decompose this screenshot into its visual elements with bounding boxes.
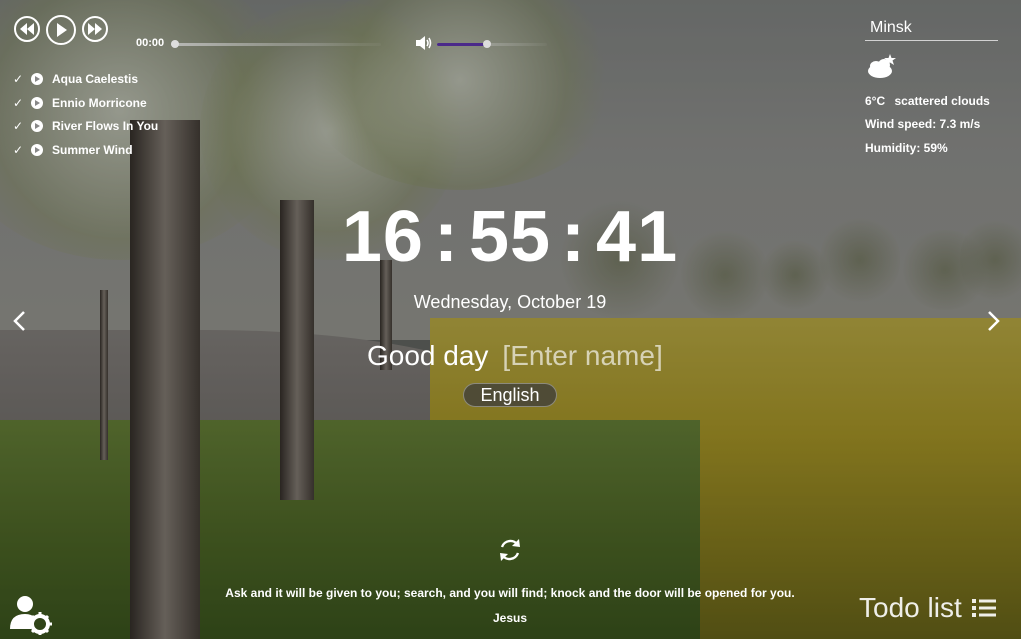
prev-background-button[interactable]	[12, 310, 28, 337]
humidity: Humidity: 59%	[865, 141, 948, 155]
play-icon	[57, 23, 67, 37]
play-dot-icon	[31, 72, 43, 85]
greeting-text: Good day	[367, 340, 489, 371]
temperature: 6°C	[865, 94, 886, 108]
clock-minutes: 55	[468, 197, 552, 277]
chevron-left-icon	[13, 311, 25, 331]
playlist-item[interactable]: ✓ Summer Wind	[13, 138, 158, 162]
play-dot-icon	[31, 120, 43, 133]
refresh-quote-button[interactable]	[496, 536, 524, 569]
cloud-sun-icon	[866, 52, 900, 85]
volume-slider[interactable]	[437, 39, 547, 49]
next-button[interactable]	[82, 16, 108, 42]
playlist-item[interactable]: ✓ Ennio Morricone	[13, 91, 158, 115]
chevron-right-icon	[988, 311, 1000, 331]
progress-slider[interactable]	[171, 39, 381, 49]
next-background-button[interactable]	[985, 310, 1001, 337]
city-input[interactable]	[865, 15, 998, 41]
rewind-icon	[20, 23, 34, 35]
todo-button[interactable]: Todo list	[859, 592, 996, 624]
play-button[interactable]	[46, 15, 76, 45]
date: Wednesday, October 19	[413, 292, 607, 312]
clock: 16:55:41	[341, 197, 679, 277]
check-icon: ✓	[13, 142, 24, 157]
refresh-icon	[500, 539, 520, 561]
playlist: ✓ Aqua Caelestis ✓ Ennio Morricone ✓ Riv…	[13, 67, 158, 162]
weather-description: scattered clouds	[894, 94, 990, 108]
volume-fill	[437, 43, 487, 46]
check-icon: ✓	[13, 95, 24, 110]
playlist-item[interactable]: ✓ Aqua Caelestis	[13, 67, 158, 91]
volume-icon[interactable]	[416, 36, 432, 55]
current-time: 00:00	[136, 37, 165, 49]
wind-speed: Wind speed: 7.3 m/s	[865, 117, 981, 131]
play-dot-icon	[31, 143, 43, 156]
previous-button[interactable]	[14, 16, 40, 42]
progress-thumb[interactable]	[171, 40, 179, 48]
playlist-item[interactable]: ✓ River Flows In You	[13, 114, 158, 138]
volume-thumb[interactable]	[483, 40, 491, 48]
settings-button[interactable]	[10, 593, 52, 639]
list-icon	[971, 599, 996, 617]
check-icon: ✓	[13, 71, 24, 86]
quote-text: Ask and it will be given to you; search,…	[225, 586, 795, 600]
todo-label: Todo list	[859, 592, 962, 623]
quote-author: Jesus	[492, 611, 528, 625]
user-settings-icon	[10, 596, 52, 635]
name-input[interactable]	[502, 340, 703, 372]
play-dot-icon	[31, 96, 43, 109]
check-icon: ✓	[13, 119, 24, 134]
fast-forward-icon	[88, 23, 102, 35]
clock-seconds: 41	[596, 197, 679, 277]
clock-hours: 16	[341, 197, 424, 277]
language-select[interactable]: English	[463, 383, 557, 407]
